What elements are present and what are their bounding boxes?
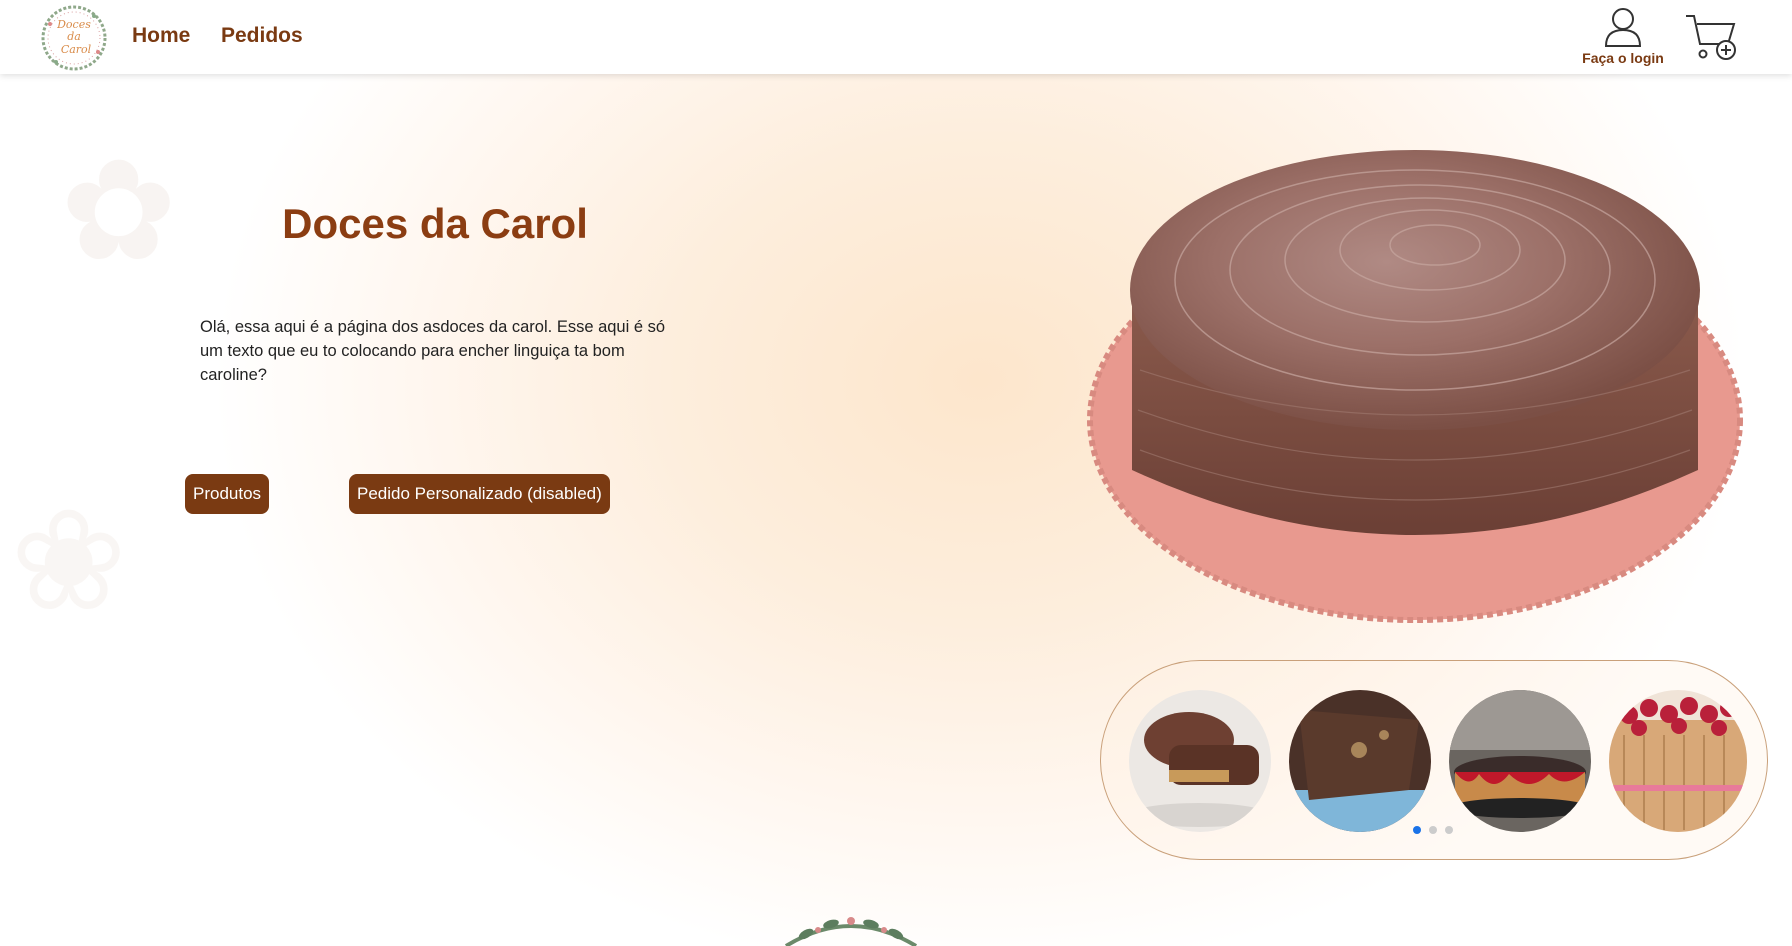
carousel-dot[interactable] — [1413, 826, 1421, 834]
logo-text-carol: Carol — [61, 43, 92, 56]
carousel-item[interactable] — [1449, 690, 1591, 832]
background-doodle: ✿ — [60, 130, 178, 293]
chocolate-cake-image — [1289, 690, 1431, 832]
logo-text-da: da — [67, 30, 81, 43]
carousel-item[interactable] — [1289, 690, 1431, 832]
user-icon — [1604, 8, 1642, 47]
cart-add-icon[interactable] — [1684, 12, 1738, 62]
logo[interactable]: Doces da Carol — [36, 4, 112, 72]
featured-cake-image — [1087, 150, 1743, 623]
hero-title: Doces da Carol — [282, 200, 588, 247]
login-label: Faça o login — [1582, 50, 1664, 66]
hero-description: Olá, essa aqui é a página dos asdoces da… — [200, 317, 666, 384]
carousel-dot[interactable] — [1445, 826, 1453, 834]
background-doodle: ❀ — [10, 480, 128, 643]
bonbon-image — [1129, 690, 1271, 832]
nav-home-link[interactable]: Home — [132, 24, 190, 48]
products-carousel — [1100, 660, 1768, 860]
carousel-dot[interactable] — [1429, 826, 1437, 834]
carousel-dots — [1413, 821, 1461, 839]
carousel-item[interactable] — [1609, 690, 1747, 832]
top-navbar: Doces da Carol Home Pedidos Faça o login — [0, 0, 1792, 74]
produtos-button[interactable]: Produtos — [185, 474, 270, 514]
pedido-personalizado-button[interactable]: Pedido Personalizado (disabled) — [349, 474, 610, 514]
charlotte-image — [1609, 690, 1747, 832]
carousel-item[interactable] — [1129, 690, 1271, 832]
footer-wreath-decoration — [784, 917, 918, 946]
nav-pedidos-link[interactable]: Pedidos — [221, 24, 303, 48]
cheesecake-image — [1449, 690, 1591, 832]
login-button[interactable]: Faça o login — [1558, 6, 1688, 68]
